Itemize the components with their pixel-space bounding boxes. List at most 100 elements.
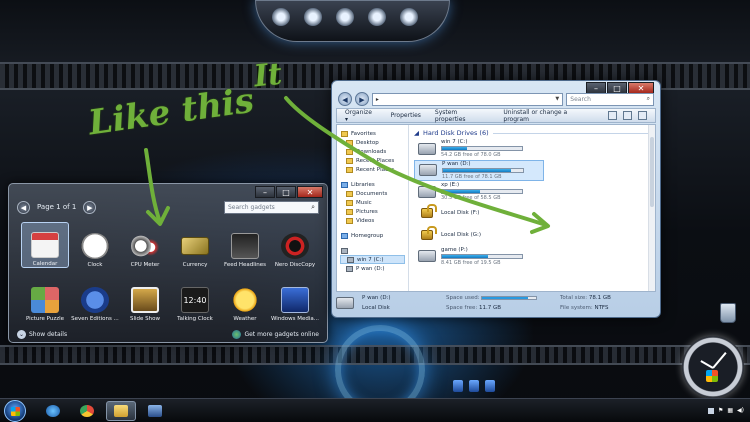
emblem-icon (272, 8, 290, 26)
chevron-down-icon[interactable]: ▼ (555, 96, 559, 102)
gadget-tile[interactable]: Currency (171, 222, 219, 268)
total-size-label: Total size: (560, 295, 588, 301)
content-pane: ◢ Hard Disk Drives (6) win 7 (C:) 54.2 GB… (409, 125, 655, 291)
desktop-clock-gadget[interactable] (682, 336, 744, 398)
back-button[interactable]: ◀ (338, 92, 352, 106)
network-icon[interactable]: ▦ (727, 407, 733, 414)
gadget-tile[interactable]: Feed Headlines (221, 222, 269, 268)
sidebar-item[interactable]: Downloads (340, 147, 405, 156)
sidebar-item[interactable] (340, 246, 405, 255)
gadget-tile[interactable]: Seven Editions ... (71, 276, 119, 322)
system-properties-button[interactable]: System properties (435, 109, 489, 123)
sidebar-item-label: Desktop (356, 139, 379, 146)
computer-icon (148, 404, 162, 417)
gadget-tile[interactable]: 12:40 Talking Clock (171, 276, 219, 322)
chevron-down-icon[interactable]: ⌄ (17, 329, 26, 339)
volume-icon[interactable]: ◀) (737, 407, 744, 414)
flag-icon[interactable]: ⚑ (718, 407, 723, 414)
next-page-button[interactable]: ▶ (83, 200, 97, 214)
sidebar-item[interactable]: P wan (D:) (340, 264, 405, 273)
drive-info: Local Disk (G:) (441, 232, 481, 238)
drive-info: xp (E:) 30.5 GB free of 58.5 GB (441, 182, 523, 201)
collapse-icon: ◢ (414, 129, 419, 137)
organize-button[interactable]: Organize ▾ (345, 109, 377, 123)
gadget-tile[interactable]: Nero DiscCopy (271, 222, 319, 268)
help-icon[interactable] (638, 111, 647, 120)
taskbar-app-button[interactable] (140, 401, 170, 421)
gadget-tile[interactable]: Windows Media... (271, 276, 319, 322)
gadget-tile[interactable]: Calendar (21, 222, 69, 268)
gadget-tile[interactable]: Clock (71, 222, 119, 268)
uninstall-program-button[interactable]: Uninstall or change a program (503, 109, 594, 123)
sidebar-item-label: Homegroup (351, 232, 384, 239)
scrollbar-thumb[interactable] (650, 137, 654, 207)
dock-icon[interactable] (453, 380, 463, 392)
sidebar-item[interactable]: Pictures (340, 207, 405, 216)
recycle-bin-icon[interactable] (720, 303, 736, 323)
taskbar-app-button[interactable] (72, 401, 102, 421)
window-controls: – □ ✕ (255, 186, 323, 198)
preview-pane-icon[interactable] (623, 111, 632, 120)
windows-logo-icon (706, 370, 718, 382)
desktop-dock (453, 380, 495, 392)
drive-item[interactable]: game (P:) 8.41 GB free of 19.5 GB (414, 246, 544, 268)
maximize-button[interactable]: □ (276, 186, 296, 198)
start-button[interactable] (4, 399, 26, 422)
get-more-gadgets-label: Get more gadgets online (244, 330, 319, 338)
search-input[interactable]: Search ⌕ (566, 92, 654, 106)
previous-page-button[interactable]: ◀ (17, 200, 30, 214)
get-more-gadgets-link[interactable]: Get more gadgets online (232, 329, 319, 339)
view-options-icon[interactable] (608, 111, 617, 120)
show-details-link[interactable]: Show details (29, 331, 67, 338)
gadget-tile[interactable]: Picture Puzzle (21, 276, 69, 322)
sidebar-item[interactable]: Videos (340, 216, 405, 225)
sidebar-item-label: Libraries (351, 181, 375, 188)
gadget-tile[interactable]: CPU Meter (121, 222, 169, 268)
drive-free-space: 30.5 GB free of 58.5 GB (441, 195, 501, 202)
cpu-meter-icon (131, 233, 159, 259)
drive-item[interactable]: xp (E:) 30.5 GB free of 58.5 GB (414, 181, 544, 203)
sidebar-item[interactable]: Homegroup (340, 231, 405, 240)
drive-usage-bar (441, 189, 523, 195)
dock-icon[interactable] (469, 380, 479, 392)
drive-name: Local Disk (F:) (441, 210, 480, 217)
sidebar-item[interactable]: Documents (340, 189, 405, 198)
drive-item[interactable]: Local Disk (F:) (414, 203, 544, 225)
drive-icon (336, 297, 354, 309)
taskbar-app-button[interactable] (38, 401, 68, 421)
dock-icon[interactable] (485, 380, 495, 392)
gadget-tile[interactable]: Weather (221, 276, 269, 322)
sidebar-item[interactable]: Desktop (340, 138, 405, 147)
page-label: Page 1 of 1 (37, 203, 77, 211)
sidebar-item[interactable]: win 7 (C:) (340, 255, 405, 264)
group-header[interactable]: ◢ Hard Disk Drives (6) (414, 128, 650, 138)
music-icon (346, 199, 353, 206)
gadget-search-input[interactable]: Search gadgets ⌕ (224, 200, 319, 214)
drive-item[interactable]: win 7 (C:) 54.2 GB free of 78.0 GB (414, 138, 544, 160)
sidebar-item[interactable]: Recent Places (340, 165, 405, 174)
forward-button[interactable]: ▶ (354, 92, 369, 106)
sidebar-item[interactable]: Favorites (340, 129, 405, 138)
close-button[interactable]: ✕ (297, 186, 323, 198)
tray-icon[interactable] (707, 407, 714, 414)
drive-info: P wan (D:) 11.7 GB free of 78.1 GB (442, 161, 524, 180)
sidebar-item[interactable]: Music (340, 198, 405, 207)
sidebar-item-label: Recent Places (356, 157, 395, 164)
gadget-tile[interactable]: Slide Show (121, 276, 169, 322)
command-bar: Organize ▾ Properties System properties … (336, 108, 656, 123)
gadget-label: Slide Show (129, 316, 160, 322)
weather-icon (231, 287, 259, 313)
taskbar-app-button[interactable] (106, 400, 136, 421)
drive-icon (347, 256, 354, 263)
address-bar[interactable]: ▸ ▼ (371, 92, 564, 106)
system-tray: ⚑ ▦ ◀) (707, 407, 750, 414)
internet-explorer-icon (46, 404, 60, 417)
minimize-button[interactable]: – (255, 186, 275, 198)
scrollbar[interactable] (648, 125, 655, 291)
sidebar-item[interactable]: Libraries (340, 180, 405, 189)
drive-name: game (P:) (441, 246, 468, 253)
properties-button[interactable]: Properties (391, 112, 421, 119)
sidebar-item[interactable]: Recent Places (340, 156, 405, 165)
drive-item[interactable]: P wan (D:) 11.7 GB free of 78.1 GB (414, 159, 544, 181)
drive-item[interactable]: Local Disk (G:) (414, 224, 544, 246)
